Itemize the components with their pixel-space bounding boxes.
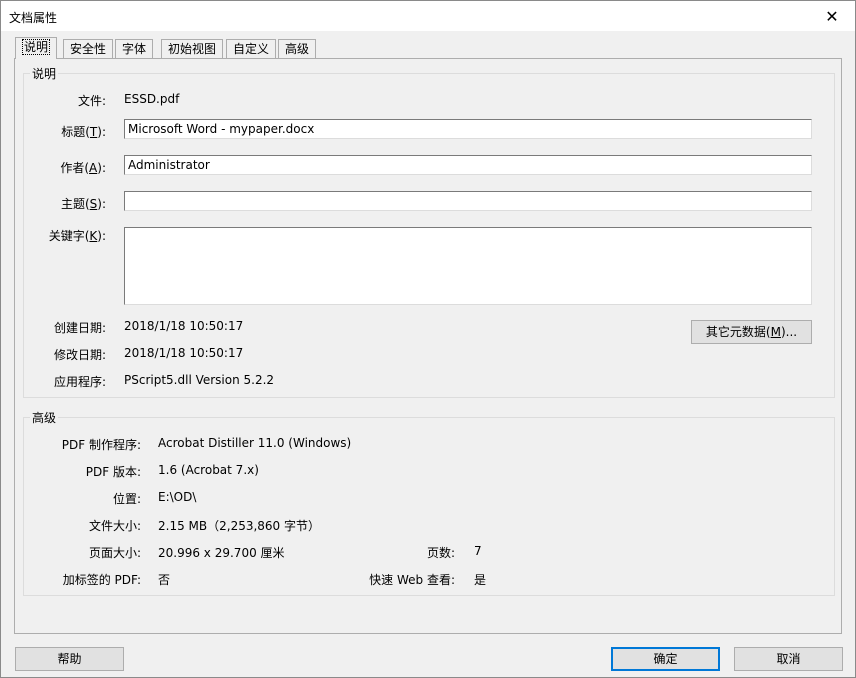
keywords-label: 关键字(K): (49, 227, 106, 244)
author-label-suffix: ): (97, 161, 106, 175)
created-label: 创建日期: (53, 321, 106, 335)
keywords-textarea[interactable] (124, 227, 812, 305)
author-label-text: 作者( (60, 161, 90, 175)
more-metadata-button[interactable]: 其它元数据(M)... (691, 320, 812, 344)
more-metadata-button-text: 其它元数据( (705, 325, 771, 339)
tagged-pdf-label: 加标签的 PDF: (62, 573, 141, 587)
pdf-version-label: PDF 版本: (85, 465, 141, 479)
fast-web-view-value: 是 (474, 573, 487, 587)
advanced-group: 高级 PDF 制作程序: Acrobat Distiller 11.0 (Win… (23, 409, 835, 596)
pdf-version-value: 1.6 (Acrobat 7.x) (158, 463, 259, 477)
description-group: 说明 文件: ESSD.pdf 标题(T): Microsoft Word - … (23, 65, 835, 398)
application-value: PScript5.dll Version 5.2.2 (124, 373, 275, 387)
document-properties-dialog: 文档属性 ✕ 说明 安全性 字体 初始视图 自定义 高级 说明 文件: ESSD… (0, 0, 856, 678)
close-icon[interactable]: ✕ (809, 1, 855, 31)
help-button[interactable]: 帮助 (15, 647, 124, 671)
more-metadata-button-suffix: )... (780, 325, 798, 339)
location-value: E:\OD\ (158, 490, 197, 504)
location-label: 位置: (112, 492, 141, 506)
keywords-label-text: 关键字( (48, 229, 90, 243)
tagged-pdf-value: 否 (158, 573, 171, 587)
page-size-value: 20.996 x 29.700 厘米 (158, 546, 285, 560)
title-field[interactable]: Microsoft Word - mypaper.docx (124, 119, 812, 139)
subject-label-text: 主题( (60, 197, 90, 211)
pdf-producer-label: PDF 制作程序: (61, 438, 141, 452)
modified-value: 2018/1/18 10:50:17 (124, 346, 244, 360)
title-label-suffix: ): (97, 125, 106, 139)
ok-button[interactable]: 确定 (611, 647, 720, 671)
author-field[interactable]: Administrator (124, 155, 812, 175)
page-count-value: 7 (474, 544, 482, 558)
tab-description-label: 说明 (22, 39, 51, 55)
tab-page: 说明 文件: ESSD.pdf 标题(T): Microsoft Word - … (14, 58, 842, 634)
file-size-label: 文件大小: (88, 519, 141, 533)
application-label: 应用程序: (53, 375, 106, 389)
subject-label: 主题(S): (61, 195, 106, 212)
keywords-label-suffix: ): (97, 229, 106, 243)
title-bar: 文档属性 ✕ (1, 1, 855, 31)
fast-web-view-label: 快速 Web 查看: (369, 573, 455, 587)
subject-field[interactable] (124, 191, 812, 211)
page-count-label: 页数: (426, 546, 455, 560)
title-label: 标题(T): (61, 123, 106, 140)
cancel-button[interactable]: 取消 (734, 647, 843, 671)
author-label: 作者(A): (60, 159, 106, 176)
modified-label: 修改日期: (53, 348, 106, 362)
file-size-value: 2.15 MB（2,253,860 字节） (158, 519, 321, 533)
file-value: ESSD.pdf (124, 92, 180, 106)
title-label-text: 标题( (61, 125, 90, 139)
window-title: 文档属性 (9, 11, 58, 25)
tab-advanced[interactable]: 高级 (278, 39, 317, 58)
description-group-title: 说明 (30, 65, 59, 82)
tab-description[interactable]: 说明 (15, 37, 58, 59)
tab-security[interactable]: 安全性 (63, 39, 114, 58)
created-value: 2018/1/18 10:50:17 (124, 319, 244, 333)
subject-label-suffix: ): (97, 197, 106, 211)
advanced-group-title: 高级 (30, 409, 59, 426)
tab-fonts[interactable]: 字体 (115, 39, 154, 58)
more-metadata-button-key: M (770, 325, 781, 339)
tab-custom[interactable]: 自定义 (226, 39, 277, 58)
pdf-producer-value: Acrobat Distiller 11.0 (Windows) (158, 436, 352, 450)
file-label: 文件: (77, 94, 106, 108)
page-size-label: 页面大小: (88, 546, 141, 560)
tab-initial-view[interactable]: 初始视图 (161, 39, 224, 58)
